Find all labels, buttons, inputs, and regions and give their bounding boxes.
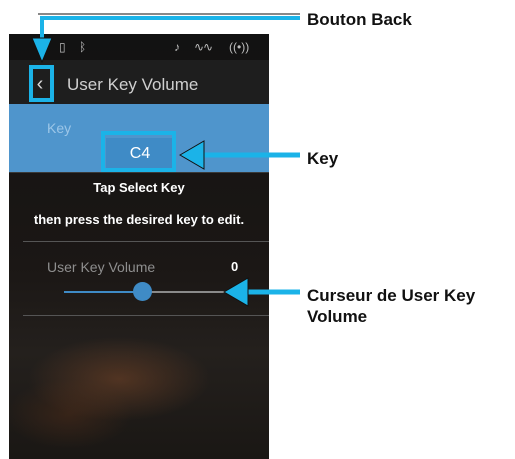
slider-track-empty[interactable] xyxy=(150,291,225,293)
callout-key-label: Key xyxy=(307,149,339,168)
callout-back-label: Bouton Back xyxy=(307,10,412,29)
divider xyxy=(9,172,269,173)
instruction-line-1: Tap Select Key xyxy=(93,180,185,195)
divider xyxy=(23,315,269,316)
key-button-highlight xyxy=(101,131,176,172)
slider-label: User Key Volume xyxy=(47,259,156,275)
key-label: Key xyxy=(47,120,72,136)
midi-icon: ♪ xyxy=(174,40,180,54)
back-button-highlight xyxy=(29,65,54,102)
slider-track-filled[interactable] xyxy=(64,291,142,293)
usb-icon: ▯ xyxy=(59,40,66,54)
page-title: User Key Volume xyxy=(67,75,199,94)
instruction-line-2: then press the desired key to edit. xyxy=(33,212,245,227)
volume-slider-thumb[interactable] xyxy=(133,282,152,301)
status-bar: ▯ ᛒ ♪ ∿∿ ((•)) xyxy=(9,34,269,60)
bluetooth-icon: ᛒ xyxy=(79,40,87,54)
wireless-icon: ((•)) xyxy=(229,40,250,54)
callout-slider-label: Curseur de User Key Volume xyxy=(307,286,476,326)
sound-wave-icon: ∿∿ xyxy=(194,40,213,54)
divider xyxy=(23,241,269,242)
slider-value: 0 xyxy=(231,259,239,274)
